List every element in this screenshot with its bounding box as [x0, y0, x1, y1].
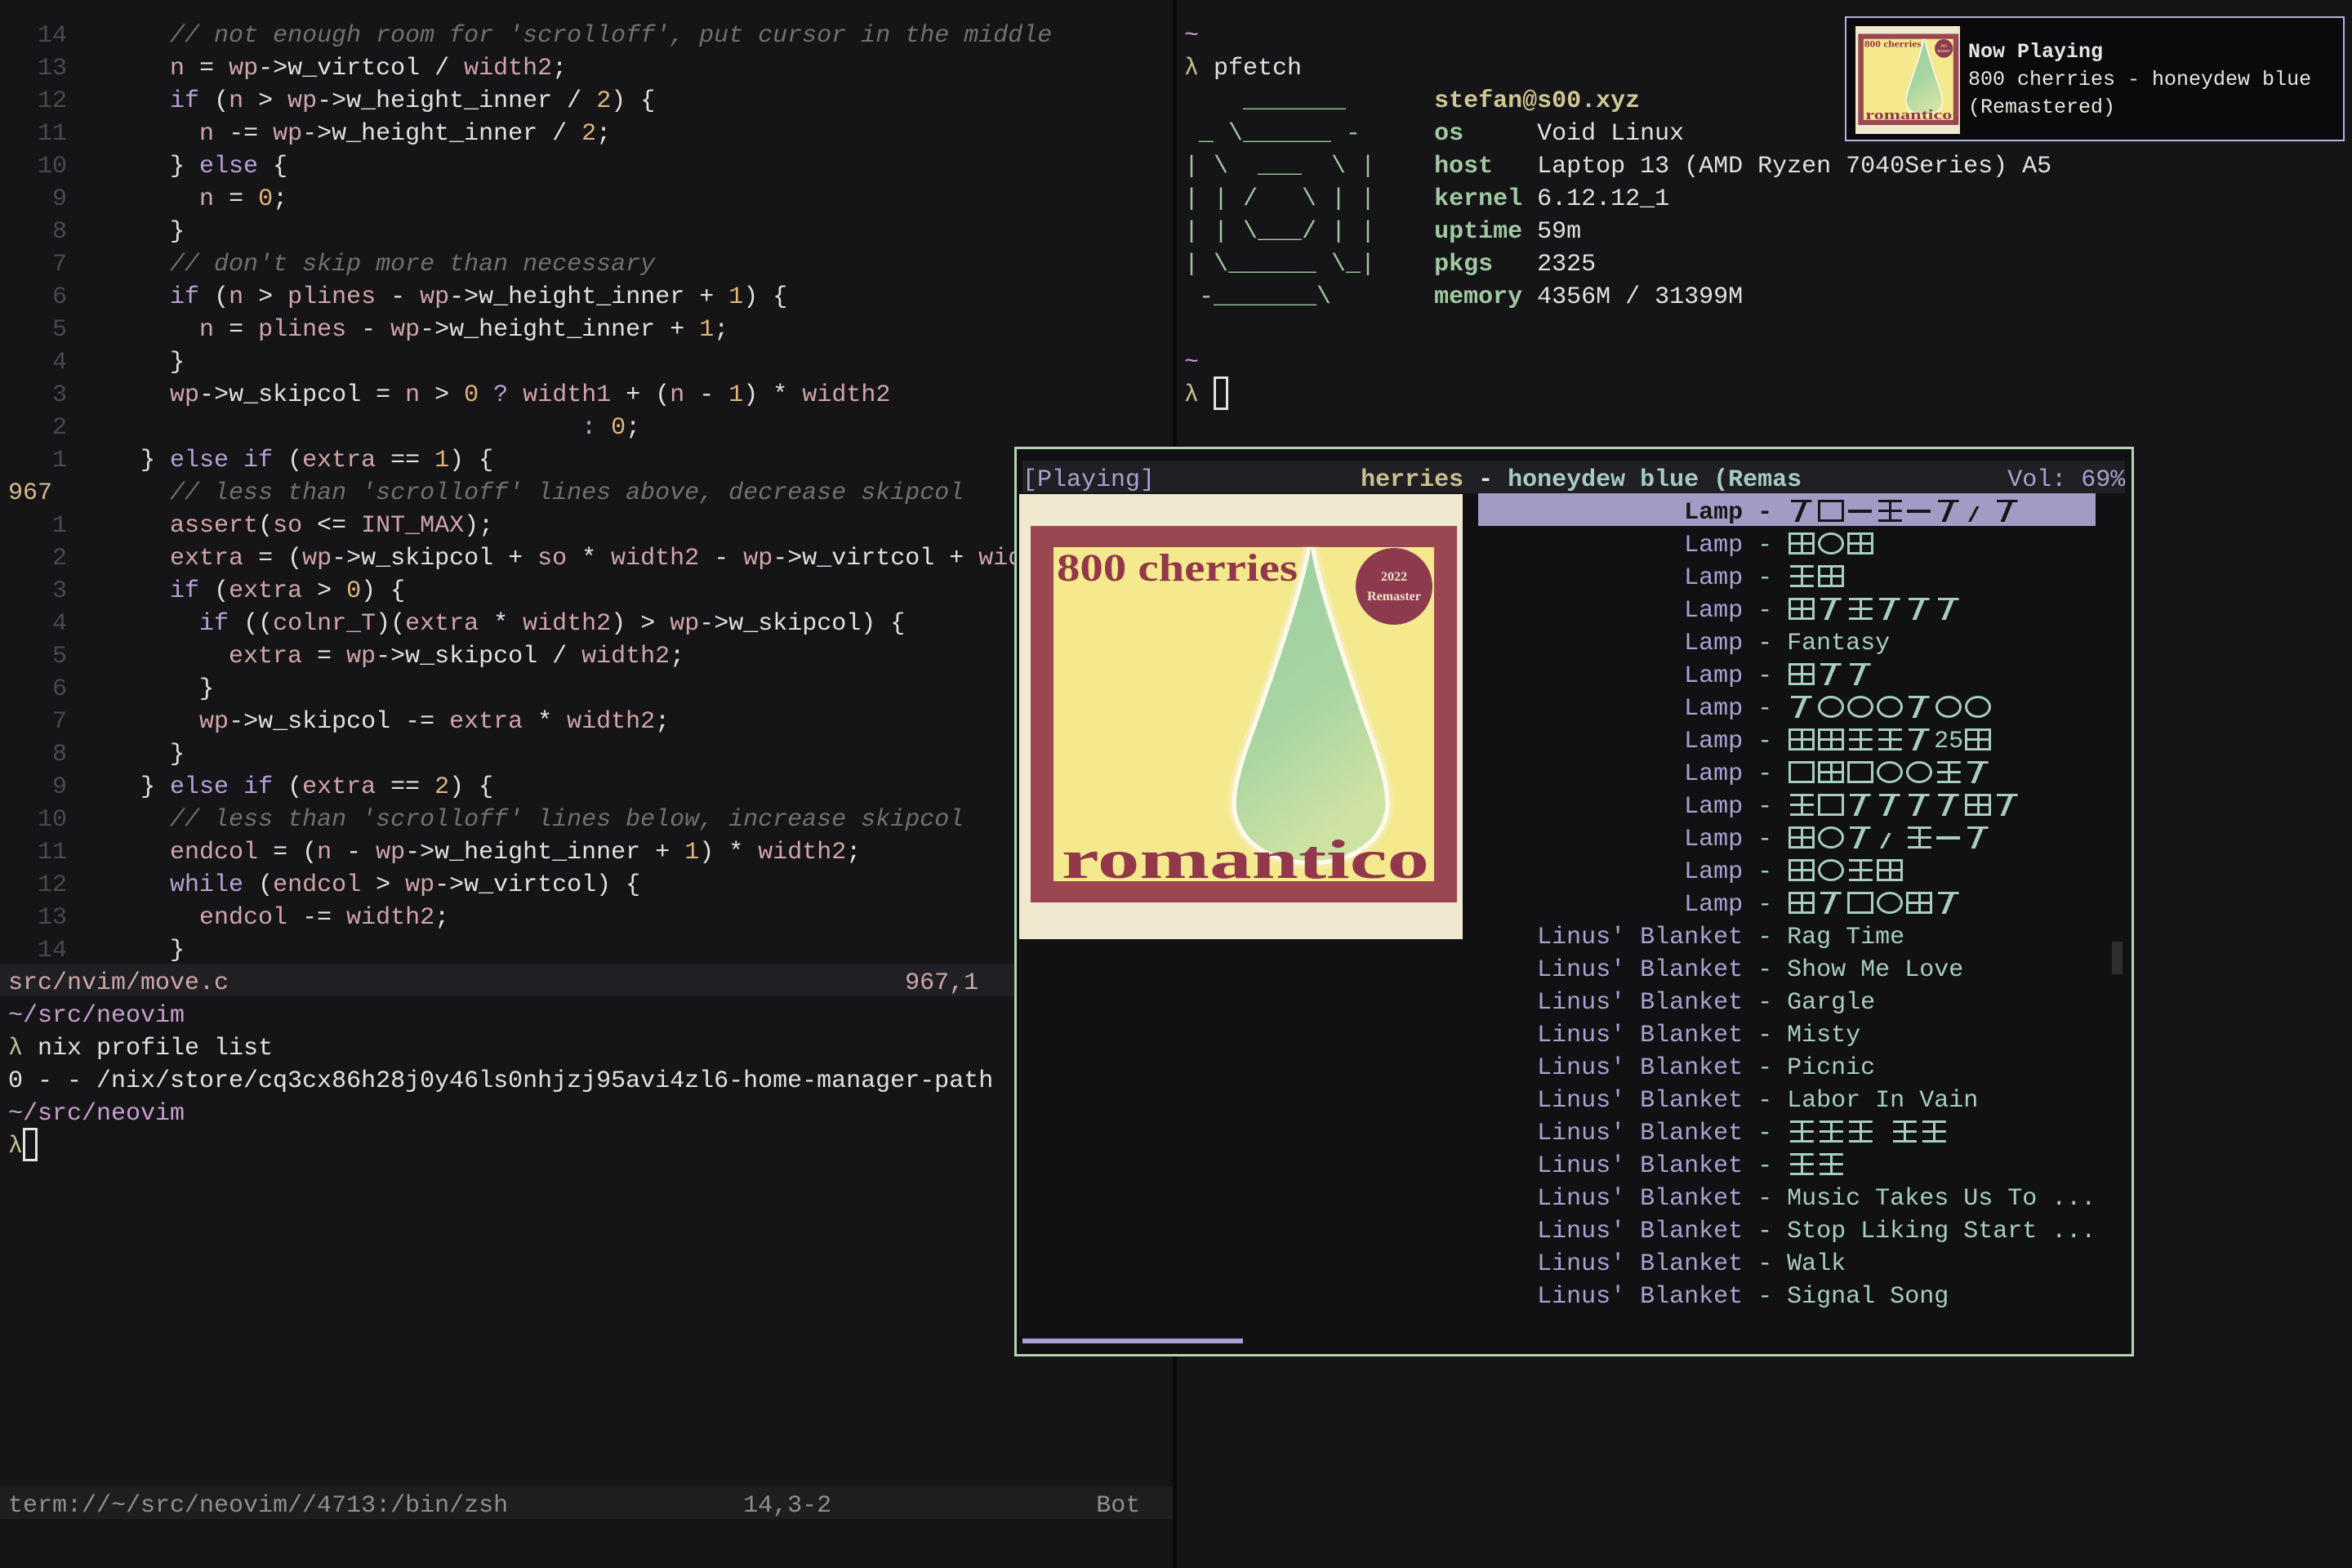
- svg-text:800 cherries: 800 cherries: [1057, 546, 1298, 590]
- svg-text:2022: 2022: [1381, 570, 1407, 584]
- svg-text:Remaster: Remaster: [1367, 590, 1421, 604]
- svg-text:romantico: romantico: [1865, 108, 1952, 122]
- svg-text:2022: 2022: [1940, 45, 1947, 48]
- svg-text:800 cherries: 800 cherries: [1864, 40, 1922, 50]
- svg-text:Remaster: Remaster: [1937, 49, 1950, 52]
- svg-text:romantico: romantico: [1062, 828, 1429, 890]
